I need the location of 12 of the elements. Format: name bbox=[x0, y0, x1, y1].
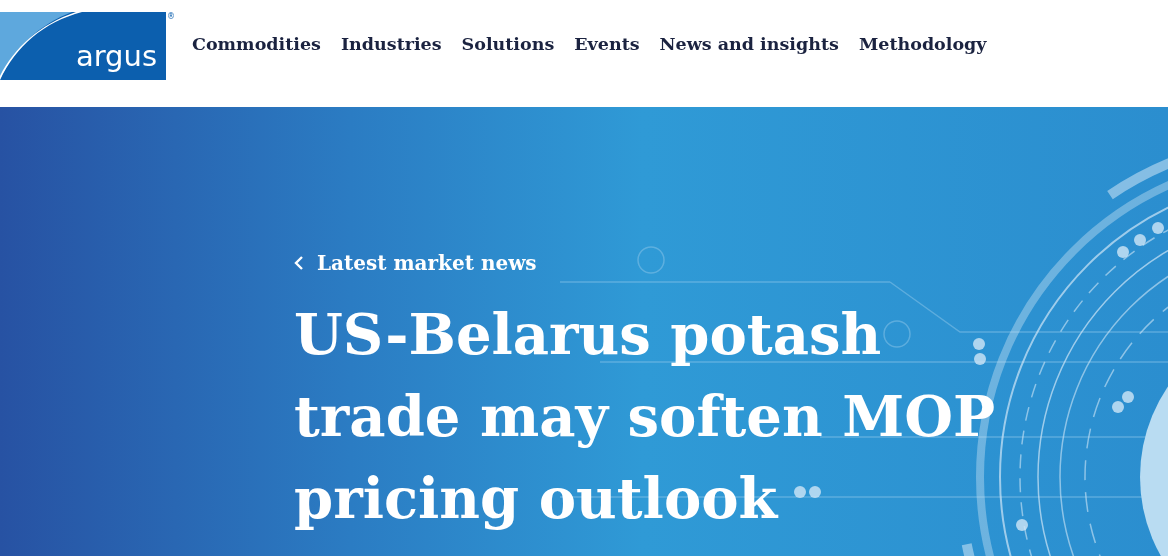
back-link[interactable]: Latest market news bbox=[294, 251, 537, 275]
registered-mark: ® bbox=[167, 12, 175, 21]
logo-text: argus bbox=[75, 42, 157, 71]
article-title: US-Belarus potash trade may soften MOP pricing outlook bbox=[294, 300, 997, 533]
nav-link[interactable]: Solutions bbox=[461, 34, 555, 54]
nav-link[interactable]: Methodology bbox=[858, 34, 987, 54]
logo-link[interactable]: argus bbox=[0, 12, 166, 80]
nav-link[interactable]: Events bbox=[574, 34, 640, 54]
nav-link[interactable]: News and insights bbox=[659, 34, 839, 54]
chevron-left-icon bbox=[294, 255, 304, 271]
nav-link[interactable]: Commodities bbox=[192, 34, 321, 54]
nav-link[interactable]: Industries bbox=[340, 34, 442, 54]
